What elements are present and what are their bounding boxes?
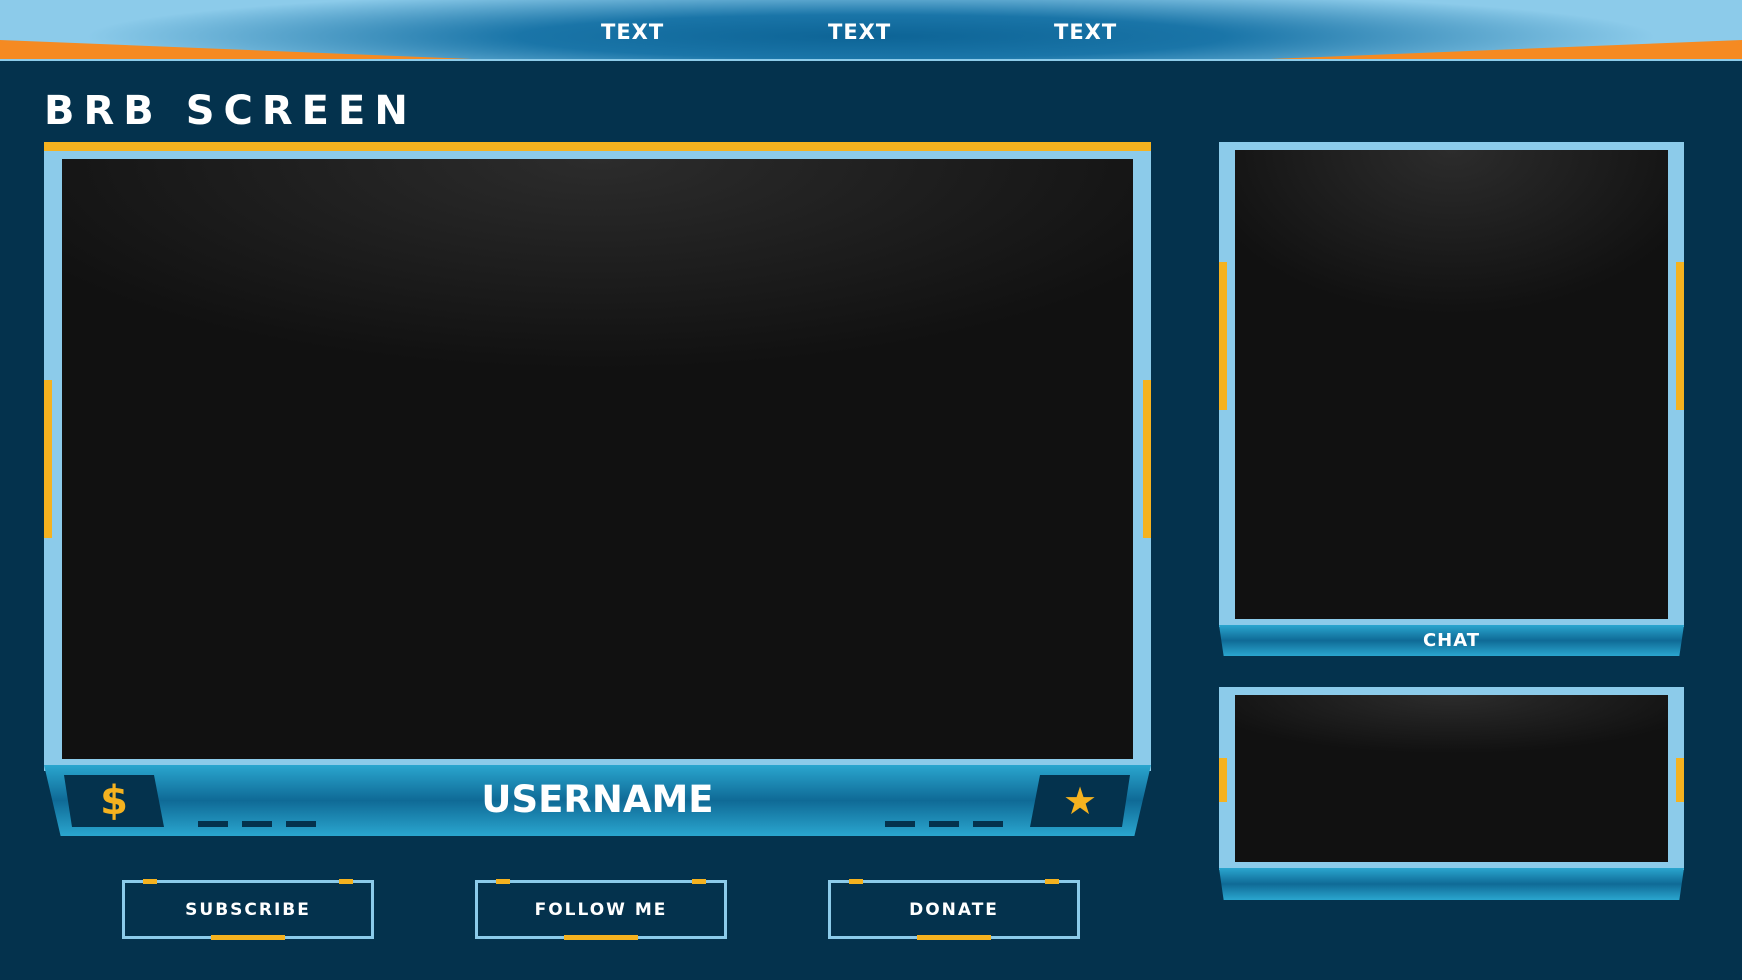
dash — [198, 821, 228, 827]
donate-label: DONATE — [909, 899, 999, 920]
page-title: BRB SCREEN — [44, 88, 417, 134]
nav-text-3[interactable]: TEXT — [1054, 20, 1117, 44]
subscribe-button[interactable]: SUBSCRIBE — [122, 879, 374, 940]
dash — [885, 821, 915, 827]
cam-screen — [1235, 695, 1668, 862]
banner-divider — [0, 59, 1742, 61]
dash — [242, 821, 272, 827]
chat-screen — [1235, 150, 1668, 619]
nav-text-2[interactable]: TEXT — [828, 20, 891, 44]
cam-frame-right-notch — [1676, 758, 1684, 802]
donate-button[interactable]: DONATE — [828, 879, 1080, 940]
main-screen — [62, 159, 1133, 759]
main-frame-top-accent — [44, 142, 1151, 151]
username-label: USERNAME — [481, 778, 714, 821]
chat-frame-left-notch — [1219, 262, 1227, 410]
chat-frame-right-notch — [1676, 262, 1684, 410]
dash — [286, 821, 316, 827]
subscribe-label: SUBSCRIBE — [185, 899, 311, 920]
follow-me-button[interactable]: FOLLOW ME — [475, 879, 727, 940]
chat-label: CHAT — [1219, 625, 1684, 656]
dash — [929, 821, 959, 827]
cam-frame-left-notch — [1219, 758, 1227, 802]
cam-bottom-bar — [1219, 868, 1684, 900]
main-frame-right-notch — [1143, 380, 1151, 538]
nav-text-1[interactable]: TEXT — [601, 20, 664, 44]
follow-me-label: FOLLOW ME — [534, 899, 668, 920]
dash — [973, 821, 1003, 827]
main-frame-left-notch — [44, 380, 52, 538]
